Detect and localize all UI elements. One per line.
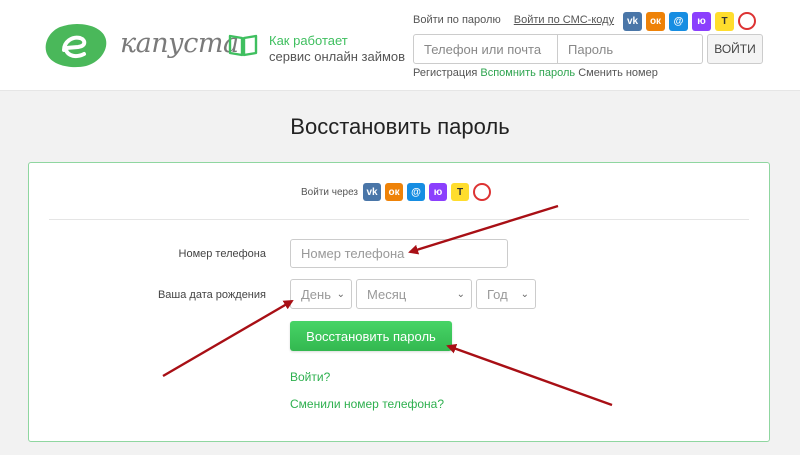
birth-year-select[interactable]: Год ⌄	[476, 279, 536, 309]
birthdate-label: Ваша дата рождения	[157, 289, 266, 301]
header-links: Регистрация Вспомнить пароль Сменить ном…	[413, 67, 658, 79]
divider	[49, 219, 749, 220]
odnoklassniki-icon[interactable]: ок	[646, 12, 665, 31]
gosuslugi-icon[interactable]	[738, 12, 756, 30]
birth-year-value: Год	[487, 286, 508, 302]
login-phone-or-email-input[interactable]: Телефон или почта	[413, 34, 558, 64]
header-login-form: Телефон или почта Пароль ВОЙТИ	[413, 34, 763, 64]
gosuslugi-icon[interactable]	[473, 183, 492, 201]
how-it-works-line2: сервис онлайн займов	[269, 49, 406, 64]
login-link[interactable]: Войти?	[290, 370, 330, 384]
tinkoff-icon[interactable]: T	[451, 183, 470, 201]
social-login-top: vk ок @ ю T	[623, 12, 760, 31]
social-login-via: Войти через vk ок @ ю T	[301, 183, 495, 201]
changed-phone-link[interactable]: Сменили номер телефона?	[290, 397, 444, 411]
remind-password-link[interactable]: Вспомнить пароль	[480, 67, 575, 79]
yumoney-icon[interactable]: ю	[429, 183, 448, 201]
chevron-down-icon: ⌄	[520, 288, 529, 300]
chevron-down-icon: ⌄	[456, 288, 465, 300]
page-title: Восстановить пароль	[290, 114, 510, 139]
login-button[interactable]: ВОЙТИ	[707, 34, 763, 64]
site-header: капуста Как работает сервис онлайн займо…	[0, 0, 800, 91]
mail-ru-icon[interactable]: @	[407, 183, 426, 201]
how-it-works-link[interactable]: Как работает сервис онлайн займов	[228, 33, 405, 65]
tab-login-sms[interactable]: Войти по СМС-коду	[514, 14, 614, 26]
mail-ru-icon[interactable]: @	[669, 12, 688, 31]
login-password-input[interactable]: Пароль	[558, 34, 703, 64]
birth-day-value: День	[301, 286, 331, 302]
logo-text: капуста	[120, 28, 239, 59]
birth-month-select[interactable]: Месяц ⌄	[356, 279, 472, 309]
restore-password-button[interactable]: Восстановить пароль	[290, 321, 452, 351]
phone-label: Номер телефона	[178, 248, 266, 260]
yumoney-icon[interactable]: ю	[692, 12, 711, 31]
chevron-down-icon: ⌄	[336, 288, 345, 300]
via-label: Войти через	[301, 186, 359, 198]
odnoklassniki-icon[interactable]: ок	[385, 183, 404, 201]
birth-month-value: Месяц	[367, 286, 407, 302]
tinkoff-icon[interactable]: T	[715, 12, 734, 31]
register-link[interactable]: Регистрация	[413, 67, 477, 79]
auth-tabs: Войти по паролю Войти по СМС-коду	[413, 14, 624, 26]
change-number-link[interactable]: Сменить номер	[578, 67, 658, 79]
logo[interactable]: капуста	[42, 22, 239, 68]
tab-login-password[interactable]: Войти по паролю	[413, 14, 501, 26]
how-it-works-line1: Как работает	[269, 33, 348, 48]
birth-day-select[interactable]: День ⌄	[290, 279, 352, 309]
logo-blob-icon	[45, 24, 107, 68]
phone-input[interactable]: Номер телефона	[290, 239, 508, 268]
book-icon	[228, 34, 258, 57]
vk-icon[interactable]: vk	[363, 183, 382, 201]
vk-icon[interactable]: vk	[623, 12, 642, 31]
restore-password-card: Войти через vk ок @ ю T Номер телефона Н…	[28, 162, 770, 442]
